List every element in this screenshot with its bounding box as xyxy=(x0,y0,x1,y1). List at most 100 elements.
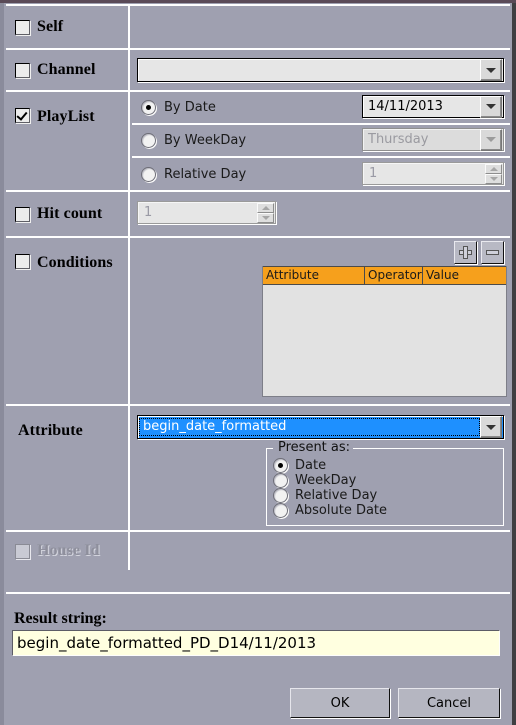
house-id-field-cell xyxy=(132,532,510,570)
present-as-weekday-radio[interactable] xyxy=(273,473,288,488)
window-top-border xyxy=(0,0,516,3)
column-header-operator: Operator xyxy=(365,267,423,284)
spinner-down-button xyxy=(257,212,274,223)
window-right-edge xyxy=(512,3,516,725)
conditions-field-cell: Attribute Operator Value xyxy=(132,238,510,404)
playlist-label-cell: PlayList xyxy=(6,92,128,190)
groupbox-border-right-segment xyxy=(342,448,503,449)
relative-day-radio[interactable] xyxy=(141,166,156,182)
row-conditions: Conditions Attribute Operator Value xyxy=(6,236,510,404)
weekday-combobox-value: Thursday xyxy=(368,132,429,147)
column-header-attribute: Attribute xyxy=(263,267,365,284)
property-grid: Self Channel PlayList By Date 14/11/2013… xyxy=(6,4,510,570)
relative-day-spinner: 1 xyxy=(362,162,504,185)
channel-field-cell xyxy=(132,50,510,90)
column-divider xyxy=(128,532,130,570)
spinner-down-button xyxy=(485,173,502,184)
playlist-checkbox[interactable] xyxy=(15,108,30,123)
row-playlist: PlayList By Date 14/11/2013 By WeekDay T… xyxy=(6,90,510,190)
conditions-panel: Attribute Operator Value xyxy=(258,238,510,400)
relative-day-spinner-value: 1 xyxy=(369,166,378,181)
hit-count-label: Hit count xyxy=(37,205,103,222)
present-as-date-label: Date xyxy=(295,458,327,473)
self-label-cell: Self xyxy=(6,6,128,48)
by-weekday-label: By WeekDay xyxy=(164,133,247,148)
conditions-label-cell: Conditions xyxy=(6,238,128,404)
column-divider xyxy=(128,6,130,48)
conditions-table[interactable]: Attribute Operator Value xyxy=(262,266,507,397)
attribute-label-cell: Attribute xyxy=(6,406,128,530)
attribute-dropdown-arrow-button[interactable] xyxy=(480,416,502,438)
hit-count-spinner-buttons xyxy=(257,202,274,223)
conditions-checkbox[interactable] xyxy=(15,254,30,269)
present-as-date-radio[interactable] xyxy=(273,458,288,473)
house-id-label: House Id xyxy=(37,542,100,559)
relative-day-spinner-buttons xyxy=(485,163,502,184)
result-string-field[interactable]: begin_date_formatted_PD_D14/11/2013 xyxy=(12,630,500,656)
playlist-label: PlayList xyxy=(37,108,95,125)
attribute-label: Attribute xyxy=(18,422,83,439)
column-divider xyxy=(128,192,130,236)
conditions-label: Conditions xyxy=(37,254,113,271)
minus-icon xyxy=(486,246,499,259)
channel-combobox[interactable] xyxy=(137,58,504,82)
playlist-option-by-date[interactable]: By Date 14/11/2013 xyxy=(132,92,510,123)
hit-count-label-cell: Hit count xyxy=(6,192,128,236)
triangle-down-icon xyxy=(261,215,270,220)
playlist-option-relative-day[interactable]: Relative Day 1 xyxy=(132,158,510,190)
hit-count-checkbox[interactable] xyxy=(15,206,30,222)
self-field-cell xyxy=(132,6,510,48)
column-divider xyxy=(128,406,130,530)
triangle-up-icon xyxy=(489,166,498,171)
weekday-dropdown-arrow-button xyxy=(480,128,502,151)
date-combobox-value: 14/11/2013 xyxy=(368,99,443,114)
remove-condition-button[interactable] xyxy=(481,241,504,264)
present-as-absolute-date-radio[interactable] xyxy=(273,503,288,518)
row-attribute: Attribute begin_date_formatted Present a… xyxy=(6,404,510,530)
date-dropdown-arrow-button[interactable] xyxy=(480,95,502,118)
present-as-title: Present as: xyxy=(275,440,354,455)
present-as-absolute-date-label: Absolute Date xyxy=(295,503,388,518)
present-as-weekday-label: WeekDay xyxy=(295,473,357,488)
chevron-down-icon xyxy=(486,67,496,73)
conditions-table-body[interactable] xyxy=(263,285,506,396)
chevron-down-icon xyxy=(486,137,496,142)
present-as-option-relative-day[interactable]: Relative Day xyxy=(273,488,503,503)
playlist-option-by-weekday[interactable]: By WeekDay Thursday xyxy=(132,125,510,156)
column-divider xyxy=(128,92,130,190)
window-left-edge xyxy=(0,3,4,725)
conditions-table-header: Attribute Operator Value xyxy=(263,266,506,285)
present-as-option-absolute-date[interactable]: Absolute Date xyxy=(273,503,503,518)
present-as-option-weekday[interactable]: WeekDay xyxy=(273,473,503,488)
chevron-down-icon xyxy=(486,424,496,430)
result-section-divider xyxy=(6,592,510,594)
row-hit-count: Hit count 1 xyxy=(6,190,510,236)
groupbox-border-left-segment xyxy=(267,448,273,449)
by-date-radio[interactable] xyxy=(141,100,156,115)
channel-checkbox[interactable] xyxy=(15,62,30,78)
house-id-label-cell: House Id xyxy=(6,532,128,570)
row-house-id: House Id xyxy=(6,530,510,570)
channel-dropdown-arrow-button[interactable] xyxy=(480,59,502,81)
chevron-down-icon xyxy=(486,104,496,109)
self-checkbox[interactable] xyxy=(15,19,30,35)
hit-count-spinner: 1 xyxy=(137,201,276,224)
add-condition-button[interactable] xyxy=(454,241,477,264)
attribute-combobox-value: begin_date_formatted xyxy=(139,418,480,436)
attribute-field-cell: begin_date_formatted Present as: Date We… xyxy=(132,406,510,530)
present-as-option-date[interactable]: Date xyxy=(273,458,503,473)
present-as-groupbox: Present as: Date WeekDay Relative Day Ab… xyxy=(266,440,504,526)
present-as-relative-day-label: Relative Day xyxy=(295,488,378,503)
ok-button[interactable]: OK xyxy=(290,688,390,718)
by-weekday-radio[interactable] xyxy=(141,133,156,148)
triangle-down-icon xyxy=(489,176,498,181)
cancel-button[interactable]: Cancel xyxy=(398,688,500,718)
result-string-label: Result string: xyxy=(14,610,107,627)
plus-icon xyxy=(459,246,472,259)
house-id-checkbox xyxy=(15,543,30,559)
date-combobox[interactable]: 14/11/2013 xyxy=(362,95,504,118)
attribute-combobox[interactable]: begin_date_formatted xyxy=(137,415,504,439)
relative-day-label: Relative Day xyxy=(164,166,247,182)
self-label: Self xyxy=(37,18,64,35)
present-as-relative-day-radio[interactable] xyxy=(273,488,288,503)
